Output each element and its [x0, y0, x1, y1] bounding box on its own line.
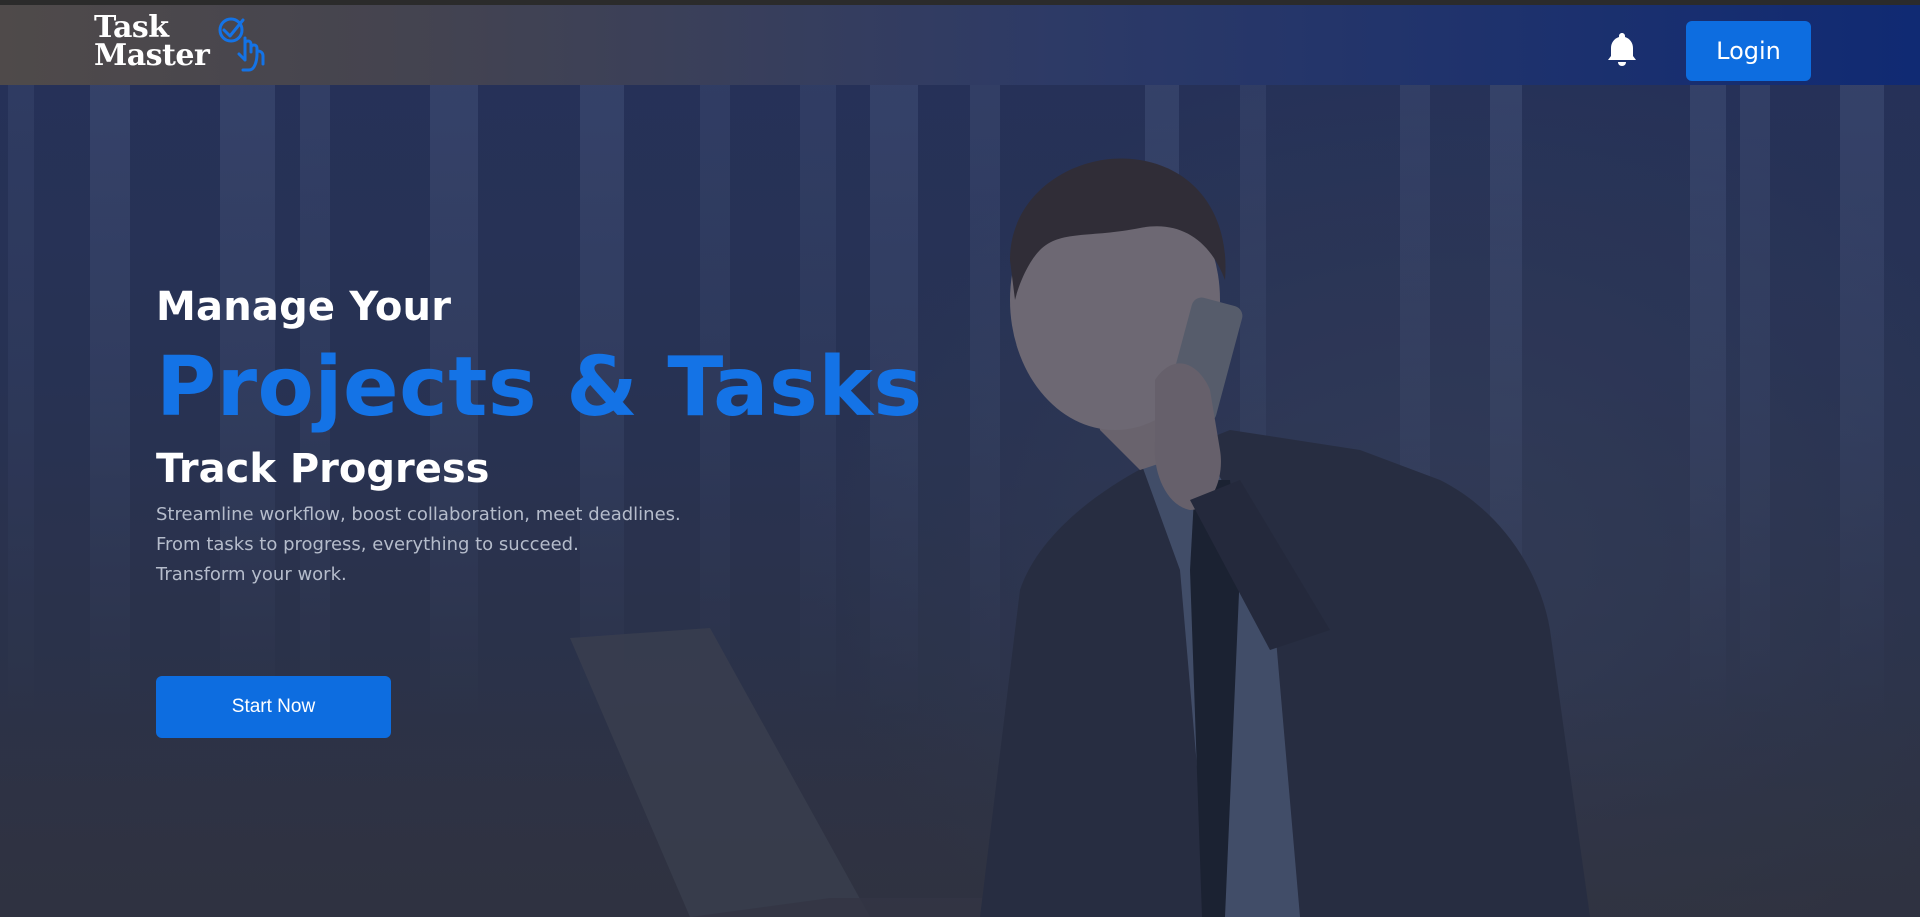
- hero-description-line: Streamline workflow, boost collaboration…: [156, 504, 681, 525]
- top-navbar: Task Master Login: [0, 0, 1920, 85]
- hero-headline: Projects & Tasks: [156, 340, 923, 435]
- checkmark-hand-logo-icon: [218, 17, 265, 72]
- hero-description: Streamline workflow, boost collaboration…: [156, 500, 923, 590]
- start-now-button[interactable]: Start Now: [156, 676, 391, 738]
- bell-icon[interactable]: [1602, 29, 1642, 69]
- logo-text: Task Master: [94, 13, 210, 73]
- brand-logo[interactable]: Task Master: [94, 13, 281, 76]
- hero-description-line: Transform your work.: [156, 564, 347, 585]
- logo-line-master: Master: [94, 38, 210, 73]
- hero-subtitle-manage: Manage Your: [156, 284, 452, 330]
- hero-subtitle-track: Track Progress: [156, 446, 490, 492]
- login-button[interactable]: Login: [1686, 21, 1811, 81]
- hero-section: Manage Your Projects & Tasks Track Progr…: [156, 280, 923, 590]
- hero-description-line: From tasks to progress, everything to su…: [156, 534, 579, 555]
